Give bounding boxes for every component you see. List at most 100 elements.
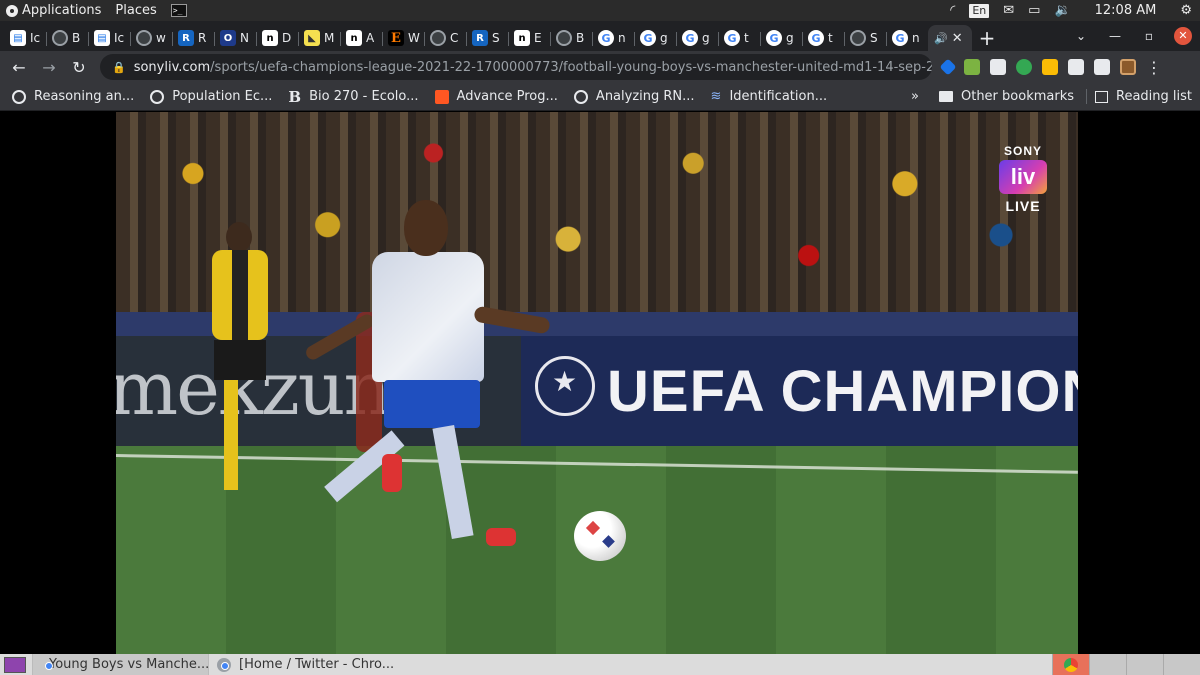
taskbar-window-label: Young Boys vs Manche... — [49, 657, 210, 672]
tab-14[interactable]: B — [550, 25, 592, 51]
places-menu[interactable]: Places — [115, 3, 156, 18]
show-desktop-button[interactable] — [4, 656, 26, 673]
other-bookmarks-folder[interactable]: Other bookmarks — [931, 89, 1082, 104]
tab-5[interactable]: RR — [172, 25, 214, 51]
reload-button[interactable]: ↻ — [64, 58, 94, 77]
profile-avatar[interactable] — [1120, 59, 1136, 75]
extension-square-icon[interactable] — [990, 59, 1006, 75]
tab-4[interactable]: w — [130, 25, 172, 51]
player-yellow — [204, 222, 274, 492]
taskbar-window-1[interactable]: Young Boys vs Manche... — [32, 654, 210, 675]
bookmark-5[interactable]: Analyzing RN... — [566, 89, 703, 104]
bookmark-2[interactable]: Population Ec... — [142, 89, 280, 104]
applications-label: Applications — [22, 3, 102, 18]
mail-icon[interactable]: ✉ — [1003, 3, 1014, 18]
bookmark-6[interactable]: ≋ Identification... — [703, 89, 836, 104]
bookmark-3[interactable]: B Bio 270 - Ecolo... — [280, 89, 426, 104]
bookmark-label: Analyzing RN... — [595, 89, 695, 104]
tab-21[interactable]: S — [844, 25, 886, 51]
tab-1[interactable]: ▤ Ic — [4, 25, 46, 51]
clock[interactable]: 12:08 AM — [1095, 3, 1157, 18]
close-tab-icon[interactable]: ✕ — [952, 31, 963, 46]
volume-icon[interactable]: 🔉 — [1054, 3, 1070, 18]
ucl-board-text: UEFA CHAMPIONS L — [607, 359, 1078, 424]
wifi-icon[interactable]: ◜ — [950, 3, 955, 18]
maximize-button[interactable]: ▫ — [1132, 29, 1166, 43]
lock-icon[interactable]: 🔒 — [112, 61, 126, 74]
globe-icon — [136, 30, 152, 46]
taskbar: Young Boys vs Manche... [Home / Twitter -… — [0, 654, 1200, 675]
keyboard-layout-indicator[interactable]: En — [969, 3, 990, 18]
wave-icon: ≋ — [710, 88, 722, 104]
power-settings-icon[interactable]: ⚙ — [1180, 3, 1192, 18]
bookmark-1[interactable]: Reasoning an... — [4, 89, 142, 104]
tab-18[interactable]: Gt — [718, 25, 760, 51]
o-favicon: O — [220, 30, 236, 46]
tab-13[interactable]: nE — [508, 25, 550, 51]
google-icon: G — [808, 30, 824, 46]
forward-button[interactable]: → — [34, 58, 64, 77]
reading-list-label: Reading list — [1116, 89, 1192, 104]
extension-green-icon[interactable] — [1016, 59, 1032, 75]
tab-3[interactable]: ▤ Ic — [88, 25, 130, 51]
tab-label: Ic — [30, 31, 41, 45]
address-bar[interactable]: 🔒 sonyliv.com/sports/uefa-champions-leag… — [100, 54, 932, 80]
blue-favicon: R — [472, 30, 488, 46]
terminal-launcher-icon[interactable]: >_ — [170, 4, 187, 17]
n-favicon: n — [262, 30, 278, 46]
new-tab-button[interactable]: + — [972, 25, 1002, 51]
tab-11[interactable]: C — [424, 25, 466, 51]
tab-label: g — [660, 31, 668, 45]
workspace-1[interactable] — [1052, 654, 1089, 675]
back-button[interactable]: ← — [4, 58, 34, 77]
taskbar-window-2[interactable]: [Home / Twitter - Chro... — [208, 654, 418, 675]
ic-favicon: ▤ — [94, 30, 110, 46]
applications-icon — [6, 4, 18, 17]
bookmarks-overflow-button[interactable]: » — [899, 89, 931, 104]
battery-icon[interactable]: ▭ — [1028, 3, 1040, 18]
ic-favicon: ▤ — [10, 30, 26, 46]
extension-a-icon[interactable] — [1042, 59, 1058, 75]
extensions-puzzle-icon[interactable] — [1068, 59, 1084, 75]
tab-8[interactable]: ◣ M — [298, 25, 340, 51]
audio-playing-icon[interactable]: 🔊 — [934, 32, 948, 45]
extension-tray-icon[interactable] — [964, 59, 980, 75]
close-window-button[interactable]: ✕ — [1174, 27, 1192, 45]
chrome-menu-icon[interactable]: ⋮ — [1146, 58, 1162, 77]
bookmark-label: Identification... — [729, 89, 828, 104]
tab-7[interactable]: nD — [256, 25, 298, 51]
reading-list-button[interactable]: Reading list — [1086, 89, 1200, 104]
sponsor-board-ucl: UEFA CHAMPIONS L — [521, 336, 1078, 446]
google-icon: G — [598, 30, 614, 46]
tab-19[interactable]: Gg — [760, 25, 802, 51]
workspace-2[interactable] — [1089, 654, 1126, 675]
tab-20[interactable]: Gt — [802, 25, 844, 51]
tab-active[interactable]: 🔊 ✕ — [928, 25, 972, 51]
tab-10[interactable]: EW — [382, 25, 424, 51]
extensions-area: ⋮ — [939, 58, 1162, 77]
media-controls-icon[interactable] — [1094, 59, 1110, 75]
globe-icon — [52, 30, 68, 46]
tab-15[interactable]: Gn — [592, 25, 634, 51]
tab-9[interactable]: nA — [340, 25, 382, 51]
extension-diamond-icon[interactable] — [939, 58, 957, 76]
tab-17[interactable]: Gg — [676, 25, 718, 51]
tab-22[interactable]: Gn — [886, 25, 928, 51]
tab-search-icon[interactable]: ⌄ — [1064, 29, 1098, 43]
tab-label: Ic — [114, 31, 125, 45]
bookmark-4[interactable]: Advance Prog... — [427, 89, 566, 104]
workspace-4[interactable] — [1163, 654, 1200, 675]
tab-12[interactable]: RS — [466, 25, 508, 51]
video-player-area[interactable]: mekzun UEFA CHAMPIONS L SONY liv LIVE — [0, 112, 1200, 654]
match-video[interactable]: mekzun UEFA CHAMPIONS L SONY liv LIVE — [116, 112, 1078, 654]
tab-strip: ▤ Ic B ▤ Ic w R R O Nn D ◣ Mn A E W C R Sn E B Gn Gg Gg Gt Gg Gt S G… — [0, 21, 1200, 51]
browser-toolbar: ← → ↻ 🔒 sonyliv.com/sports/uefa-champion… — [0, 51, 1200, 83]
applications-menu[interactable]: Applications — [0, 3, 101, 18]
workspace-3[interactable] — [1126, 654, 1163, 675]
url-host: sonyliv.com — [133, 59, 211, 75]
tab-2[interactable]: B — [46, 25, 88, 51]
reading-list-icon — [1095, 90, 1108, 103]
minimize-button[interactable]: — — [1098, 29, 1132, 43]
tab-6[interactable]: ON — [214, 25, 256, 51]
tab-16[interactable]: Gg — [634, 25, 676, 51]
